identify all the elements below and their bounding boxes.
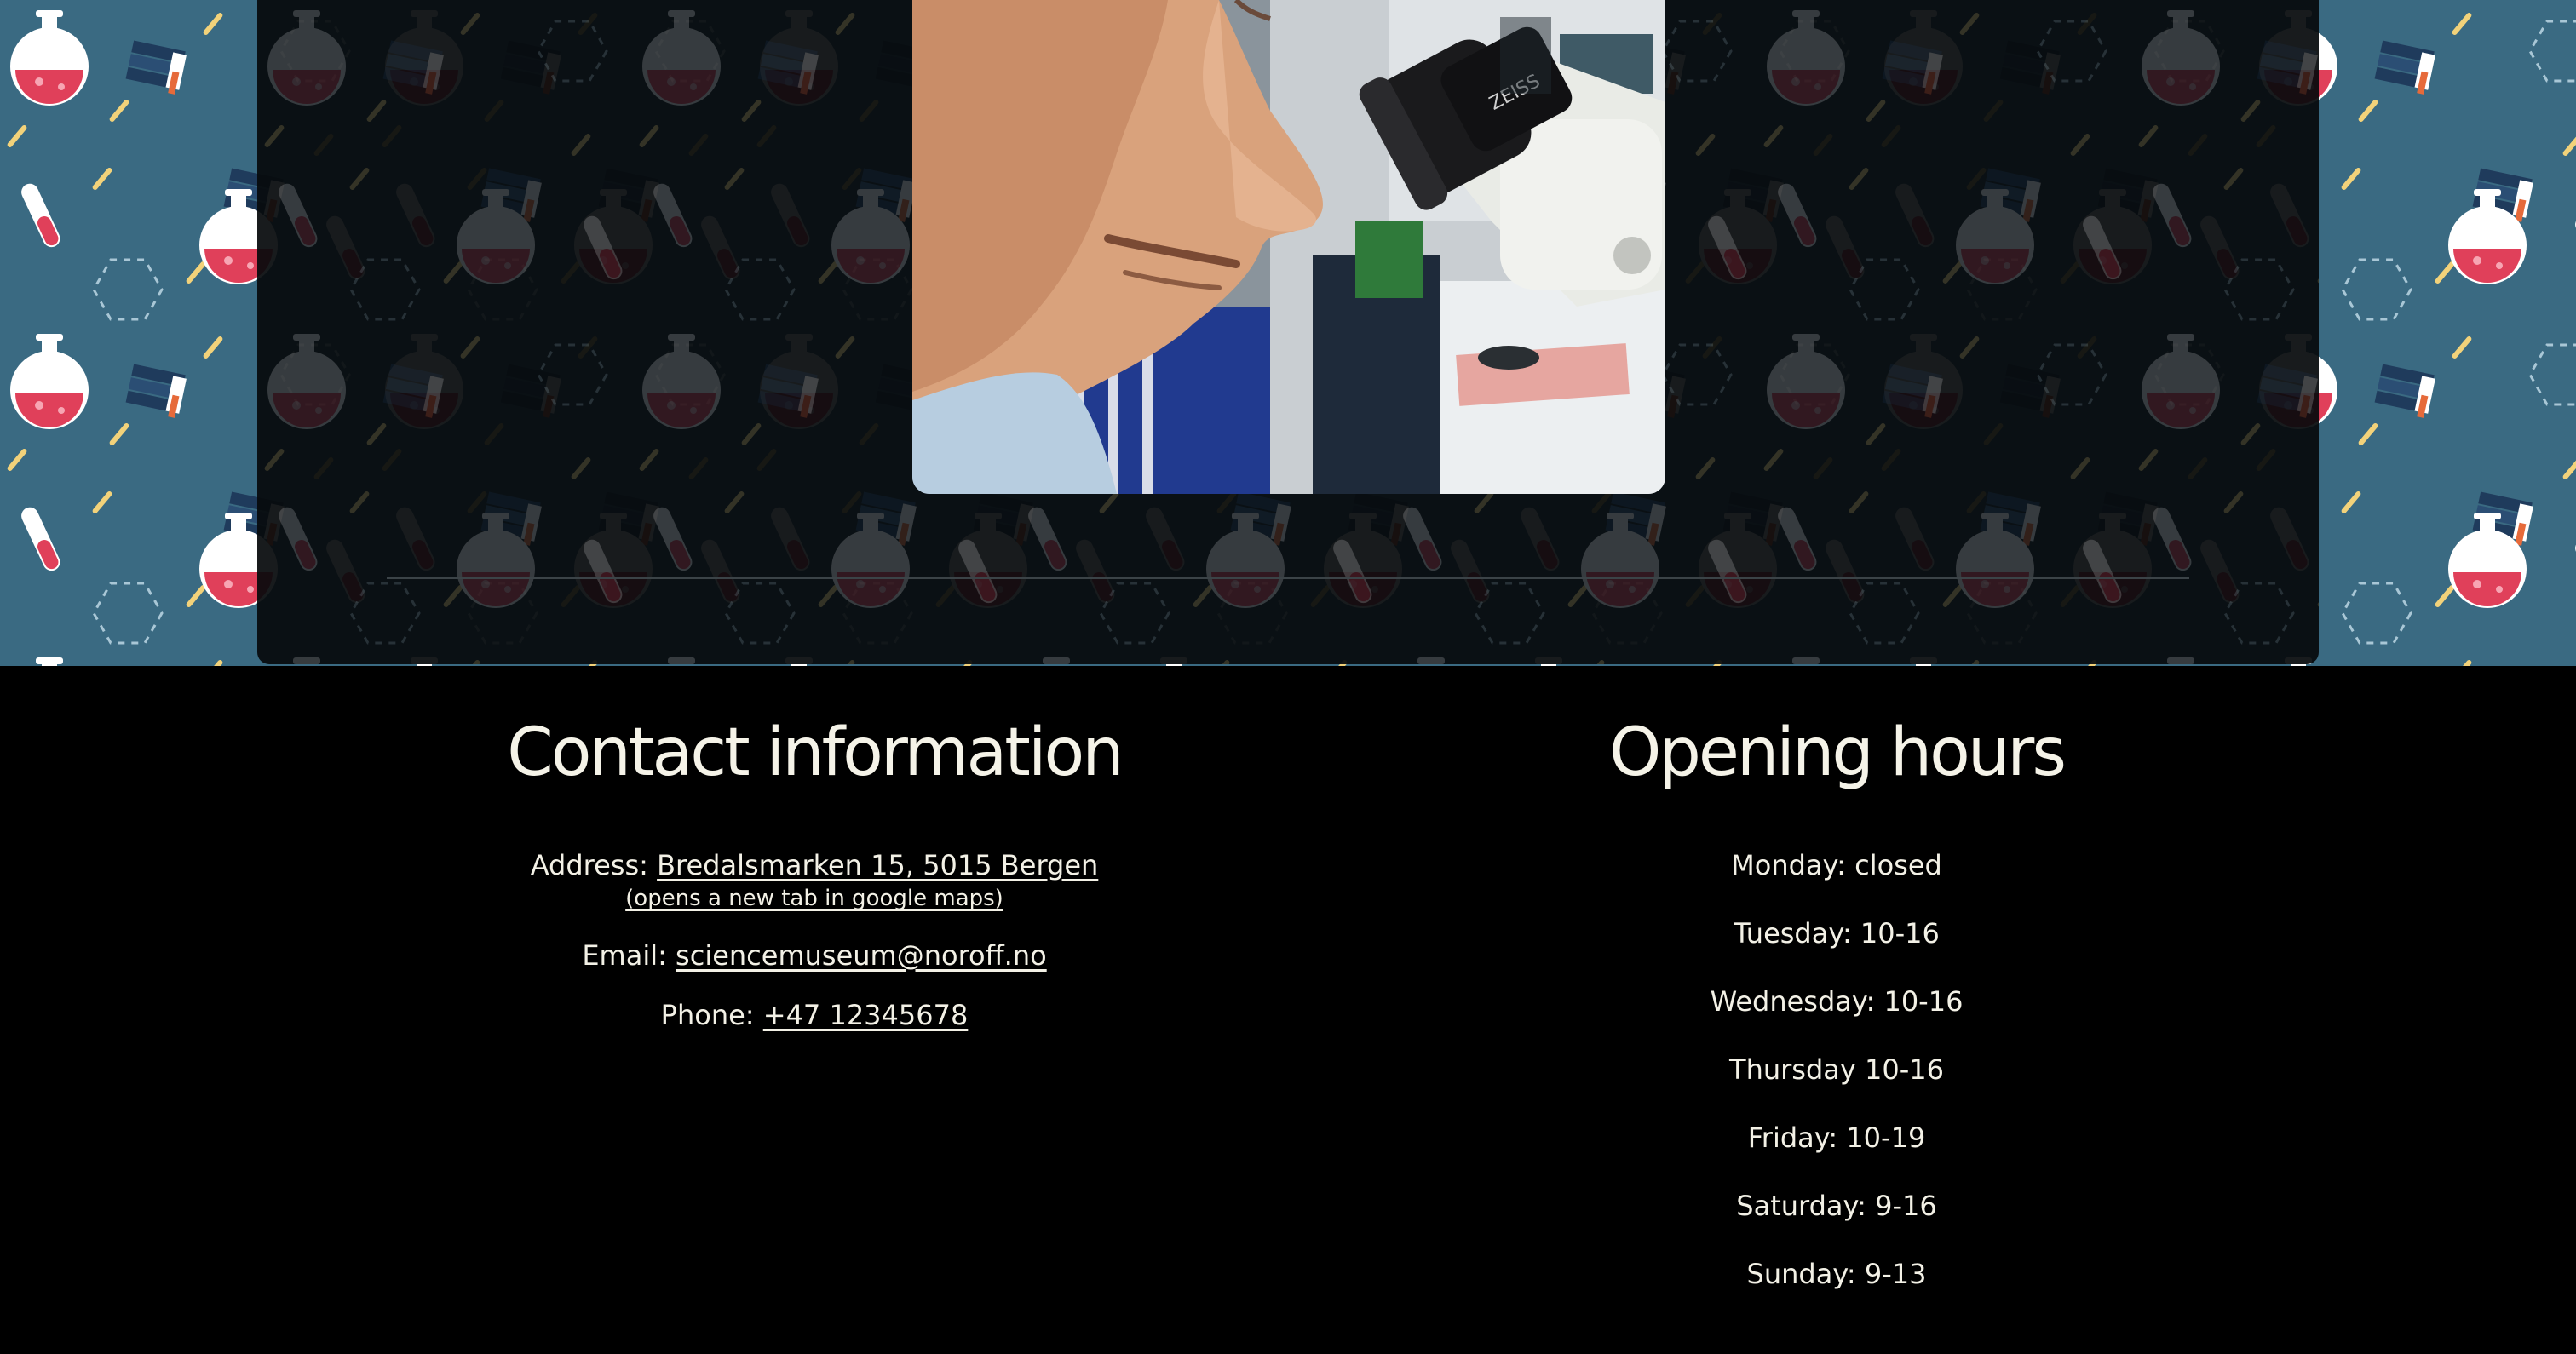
phone-label: Phone: <box>660 999 755 1031</box>
address-map-note-link[interactable]: (opens a new tab in google maps) <box>625 884 1003 913</box>
email-block: Email: sciencemuseum@noroff.no <box>388 938 1240 972</box>
email-link[interactable]: sciencemuseum@noroff.no <box>676 939 1047 972</box>
phone-line: Phone: +47 12345678 <box>388 998 1240 1032</box>
phone-link[interactable]: +47 12345678 <box>763 999 969 1031</box>
hero-image-microscope: ZEISS <box>912 0 1665 494</box>
address-label: Address: <box>530 849 648 881</box>
main-content-panel: ZEISS <box>257 0 2319 664</box>
contact-heading: Contact information <box>507 714 1124 791</box>
opening-hours-list: Monday: closed Tuesday: 10-16 Wednesday:… <box>1411 848 2263 1291</box>
hours-wednesday: Wednesday: 10-16 <box>1710 985 1964 1018</box>
page: ZEISS Contact information Address: Breda… <box>0 0 2576 1354</box>
hours-tuesday: Tuesday: 10-16 <box>1734 917 1940 950</box>
hours-thursday: Thursday 10-16 <box>1729 1053 1944 1086</box>
contact-details: Address: Bredalsmarken 15, 5015 Bergen (… <box>388 848 1240 1032</box>
address-line: Address: Bredalsmarken 15, 5015 Bergen <box>388 848 1240 882</box>
hours-saturday: Saturday: 9-16 <box>1736 1190 1937 1222</box>
microscope-photo-illustration: ZEISS <box>912 0 1665 494</box>
address-link[interactable]: Bredalsmarken 15, 5015 Bergen <box>657 849 1098 881</box>
footer: Contact information Address: Bredalsmark… <box>0 666 2576 1354</box>
email-label: Email: <box>582 939 667 972</box>
opening-hours-section: Opening hours Monday: closed Tuesday: 10… <box>1411 666 2263 1325</box>
hours-sunday: Sunday: 9-13 <box>1746 1258 1927 1290</box>
opening-hours-heading: Opening hours <box>1608 714 2067 791</box>
section-divider <box>387 577 2189 579</box>
phone-block: Phone: +47 12345678 <box>388 998 1240 1032</box>
contact-section: Contact information Address: Bredalsmark… <box>388 666 1240 1058</box>
address-block: Address: Bredalsmarken 15, 5015 Bergen (… <box>388 848 1240 913</box>
hours-monday: Monday: closed <box>1731 849 1942 881</box>
hours-friday: Friday: 10-19 <box>1747 1122 1926 1154</box>
email-line: Email: sciencemuseum@noroff.no <box>388 938 1240 972</box>
